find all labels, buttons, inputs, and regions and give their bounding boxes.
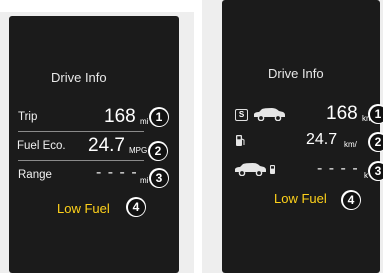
row-divider [18,160,144,161]
callout-1: 1 [149,107,169,127]
display-title: Drive Info [51,70,107,85]
low-fuel-warning: Low Fuel [57,201,110,216]
trip-label: Trip [18,111,38,123]
type-label: Type B [0,0,41,10]
callout-4: 4 [341,190,361,210]
range-value: - - - - [317,160,359,177]
trip-value: 168 [104,106,136,127]
fuel-economy-label: Fuel Eco. [17,140,66,152]
trip-unit: mi [140,117,149,126]
callout-1: 1 [368,104,383,124]
fuel-economy-unit: km/ [344,140,357,149]
trip-s-badge: S [235,109,248,121]
fuel-economy-value: 24.7 [306,131,338,148]
callout-3: 3 [149,168,169,188]
range-unit: mi [140,176,149,185]
right-cluster-display: Drive Info S 168 km 24.7 km/ - - - - k L… [222,0,380,273]
range-car-fuel-icon [235,163,275,176]
drive-info-illustration: Type B Drive Info Trip 168 mi Fuel Eco. … [0,0,383,273]
range-label: Range [18,169,52,181]
callout-2: 2 [148,141,168,161]
fuel-economy-value: 24.7 [88,135,125,156]
callout-4: 4 [126,197,146,217]
display-title: Drive Info [268,66,324,81]
fuel-economy-unit: MPG [129,146,148,155]
row-divider [18,131,144,132]
low-fuel-warning: Low Fuel [274,191,327,206]
range-value: - - - - [96,164,138,181]
callout-2: 2 [368,132,383,152]
trip-value: 168 [326,103,358,124]
callout-3: 3 [368,161,383,181]
fuel-pump-icon [236,135,245,146]
trip-car-icon [254,108,285,121]
